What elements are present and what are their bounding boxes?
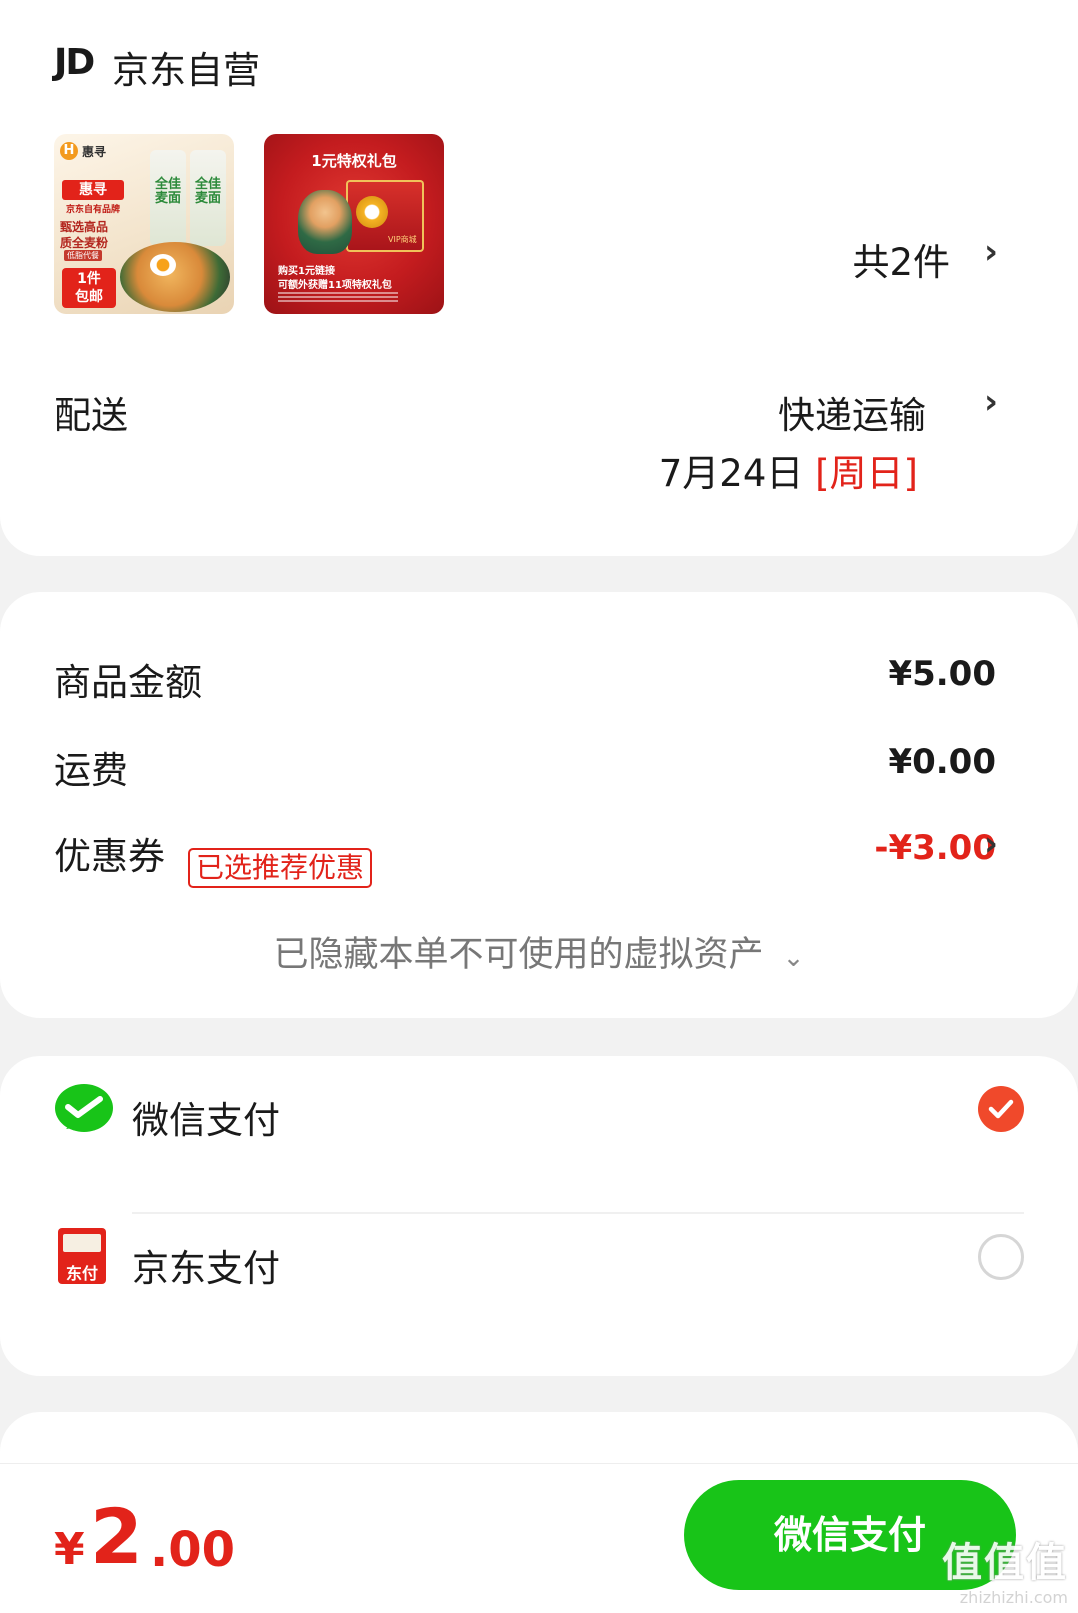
- price-summary-card: 商品金额 ¥5.00 运费 ¥0.00 优惠券 已选推荐优惠 -¥3.00 › …: [0, 592, 1078, 1018]
- gift-title: 1元特权礼包: [311, 152, 397, 170]
- gift-vip-label: VIP商城: [388, 235, 417, 244]
- payment-option-jdpay[interactable]: 东付 京东支付: [0, 1214, 1078, 1364]
- jd-logo: JD: [54, 42, 95, 83]
- gift-fine-print: [278, 292, 398, 294]
- product-tag: 全佳麦面: [194, 177, 221, 206]
- check-icon[interactable]: [978, 1086, 1024, 1132]
- jd-pay-icon: 东付: [58, 1228, 106, 1284]
- jd-pay-label: 京东支付: [132, 1247, 280, 1290]
- jd-pay-icon-text: 东付: [65, 1264, 98, 1283]
- shipping-label: 配送: [54, 394, 128, 437]
- gift-medal: [356, 196, 388, 228]
- chevron-right-icon[interactable]: ›: [984, 824, 998, 864]
- chevron-right-icon[interactable]: ›: [984, 232, 998, 272]
- checkmark-glyph: [988, 1099, 1014, 1119]
- egg: [150, 254, 176, 276]
- wechat-pay-label: 微信支付: [132, 1099, 280, 1142]
- promo-line: 包邮: [75, 289, 103, 305]
- freight-value: ¥0.00: [888, 742, 996, 782]
- promo-line: 1件: [77, 271, 101, 287]
- watermark-text: 值值值: [942, 1540, 1068, 1586]
- delivery-date-text: 7月24日: [658, 452, 804, 495]
- shop-name: 京东自营: [112, 49, 260, 92]
- promo-badge: 1件 包邮: [62, 268, 116, 308]
- product-line: 甄选高品: [60, 220, 109, 234]
- total-decimal: .00: [150, 1522, 236, 1578]
- payment-option-wechat[interactable]: 微信支付: [0, 1056, 1078, 1206]
- coupon-value[interactable]: -¥3.00: [874, 828, 996, 868]
- gift-caption: 购买1元链接: [278, 266, 335, 277]
- chevron-right-icon[interactable]: ›: [984, 382, 998, 422]
- coupon-label: 优惠券: [54, 835, 165, 878]
- goods-amount-label: 商品金额: [54, 661, 202, 704]
- chevron-down-icon: ⌄: [782, 943, 805, 973]
- watermark-url: zhizhizhi.com: [959, 1588, 1068, 1607]
- freight-label: 运费: [54, 749, 128, 792]
- checkout-bar: ¥ 2 .00 微信支付: [0, 1463, 1078, 1613]
- total-currency: ¥: [54, 1524, 85, 1575]
- payment-method-card: 微信支付 东付 京东支付: [0, 1056, 1078, 1376]
- product-subtitle: 京东自有品牌: [65, 205, 120, 215]
- product-thumbnail-noodles[interactable]: H 惠寻 全佳麦面 全佳麦面 惠寻 京东自有品牌 甄选高品 质全麦粉 低脂代餐 …: [54, 134, 234, 314]
- brand-logo-icon: H: [60, 142, 78, 160]
- hidden-assets-text: 已隐藏本单不可使用的虚拟资产: [273, 935, 764, 975]
- item-count[interactable]: 共2件: [852, 232, 950, 286]
- product-thumbnail-gift-pack[interactable]: 1元特权礼包 VIP商城 购买1元链接 可额外获赠11项特权礼包: [264, 134, 444, 314]
- gift-caption: 可额外获赠11项特权礼包: [278, 280, 392, 291]
- product-tag: 全佳麦面: [154, 177, 181, 206]
- wechat-pay-icon: [55, 1084, 113, 1132]
- radio-unchecked-icon[interactable]: [978, 1234, 1024, 1280]
- product-badge: 惠寻: [62, 180, 124, 200]
- shipping-method[interactable]: 快递运输: [778, 385, 926, 439]
- mascot: [298, 190, 352, 254]
- coupon-badge[interactable]: 已选推荐优惠: [188, 848, 373, 888]
- delivery-weekday: [周日]: [815, 452, 918, 495]
- delivery-date[interactable]: 7月24日 [周日]: [659, 443, 918, 497]
- product-brand: 惠寻: [82, 145, 107, 159]
- product-line: 质全麦粉: [60, 236, 109, 250]
- jd-pay-icon-card: [63, 1234, 101, 1252]
- watermark: 值值值 zhizhizhi.com: [942, 1530, 1068, 1607]
- hidden-assets-toggle[interactable]: 已隐藏本单不可使用的虚拟资产 ⌄: [0, 926, 1078, 977]
- shop-card: JD 京东自营 H 惠寻 全佳麦面 全佳麦面 惠寻 京东自有品牌 甄选高品 质全…: [0, 0, 1078, 556]
- goods-amount-value: ¥5.00: [888, 654, 996, 694]
- product-note: 低脂代餐: [64, 250, 102, 261]
- total-integer: 2: [90, 1492, 143, 1581]
- noodle-bowl: [120, 242, 230, 312]
